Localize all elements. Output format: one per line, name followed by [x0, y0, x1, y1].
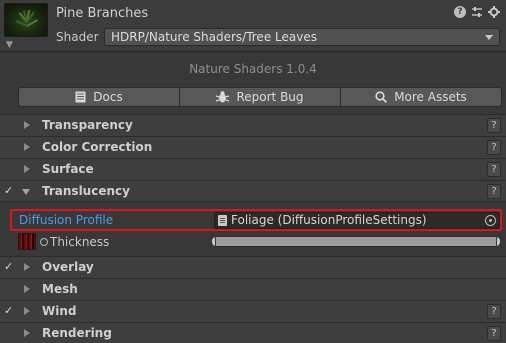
settings-icon[interactable]	[488, 6, 500, 18]
texture-picker-icon[interactable]	[40, 238, 48, 246]
section-label: Wind	[42, 304, 77, 318]
presets-icon[interactable]	[471, 6, 483, 18]
help-button[interactable]: ?	[487, 184, 501, 199]
asset-file-icon	[218, 215, 227, 226]
thickness-label: Thickness	[50, 235, 110, 249]
help-button[interactable]: ?	[487, 326, 501, 341]
chevron-right-icon[interactable]	[24, 285, 30, 293]
docs-icon	[75, 91, 86, 103]
section-label: Translucency	[42, 184, 130, 198]
enable-checkbox[interactable]: ✓	[4, 184, 16, 198]
translucency-properties: Diffusion Profile Foliage (DiffusionProf…	[0, 201, 506, 256]
section-wind[interactable]: ✓ Wind ?	[0, 300, 506, 322]
header-fold-icon[interactable]: ▼	[6, 40, 13, 50]
shader-label: Shader	[56, 30, 99, 44]
bug-icon	[216, 91, 230, 103]
link-toolbar: Docs Report Bug More Assets	[18, 87, 502, 107]
object-picker-icon[interactable]	[485, 215, 496, 226]
chevron-down-icon[interactable]	[22, 189, 30, 195]
enable-checkbox[interactable]: ✓	[4, 304, 16, 318]
diffusion-profile-value: Foliage (DiffusionProfileSettings)	[231, 213, 427, 227]
section-label: Mesh	[42, 282, 78, 296]
help-button[interactable]: ?	[487, 118, 501, 133]
report-bug-label: Report Bug	[236, 90, 304, 104]
search-icon	[375, 91, 388, 103]
more-assets-button[interactable]: More Assets	[341, 87, 502, 107]
material-header: ▼ Pine Branches ? Shader HDRP/Nature Sha…	[0, 0, 506, 52]
chevron-right-icon[interactable]	[24, 121, 30, 129]
range-max-handle[interactable]	[496, 236, 501, 247]
help-button[interactable]: ?	[487, 304, 501, 319]
section-transparency[interactable]: Transparency ?	[0, 114, 506, 136]
chevron-down-icon	[485, 35, 493, 40]
section-mesh[interactable]: Mesh	[0, 278, 506, 300]
section-color-correction[interactable]: Color Correction ?	[0, 136, 506, 158]
chevron-right-icon[interactable]	[24, 329, 30, 337]
diffusion-profile-label: Diffusion Profile	[19, 213, 114, 227]
section-translucency[interactable]: ✓ Translucency ?	[0, 180, 506, 202]
section-label: Surface	[42, 162, 94, 176]
chevron-right-icon[interactable]	[24, 165, 30, 173]
thickness-range-slider[interactable]	[211, 236, 501, 247]
help-icon[interactable]: ?	[454, 6, 466, 18]
section-overlay[interactable]: ✓ Overlay	[0, 256, 506, 278]
docs-label: Docs	[93, 90, 123, 104]
range-min-handle[interactable]	[211, 236, 216, 247]
material-title: Pine Branches	[56, 6, 149, 21]
help-button[interactable]: ?	[487, 162, 501, 177]
diffusion-profile-field[interactable]: Foliage (DiffusionProfileSettings)	[214, 212, 500, 229]
chevron-right-icon[interactable]	[24, 143, 30, 151]
chevron-right-icon[interactable]	[24, 307, 30, 315]
section-surface[interactable]: Surface ?	[0, 158, 506, 180]
section-rendering[interactable]: Rendering ?	[0, 322, 506, 343]
help-button[interactable]: ?	[487, 140, 501, 155]
diffusion-profile-row: Diffusion Profile Foliage (DiffusionProf…	[10, 209, 502, 231]
more-assets-label: More Assets	[394, 90, 467, 104]
section-label: Rendering	[42, 326, 112, 340]
shader-dropdown[interactable]: HDRP/Nature Shaders/Tree Leaves	[104, 28, 500, 46]
shader-dropdown-value: HDRP/Nature Shaders/Tree Leaves	[111, 30, 317, 44]
thickness-texture-slot[interactable]	[18, 233, 36, 250]
chevron-right-icon[interactable]	[24, 263, 30, 271]
thickness-row: Thickness	[0, 233, 506, 253]
section-label: Transparency	[42, 118, 133, 132]
enable-checkbox[interactable]: ✓	[4, 260, 16, 274]
material-preview-thumbnail[interactable]	[4, 3, 48, 37]
section-label: Overlay	[42, 260, 94, 274]
section-label: Color Correction	[42, 140, 153, 154]
report-bug-button[interactable]: Report Bug	[180, 87, 341, 107]
docs-button[interactable]: Docs	[18, 87, 180, 107]
version-label: Nature Shaders 1.0.4	[189, 62, 317, 76]
